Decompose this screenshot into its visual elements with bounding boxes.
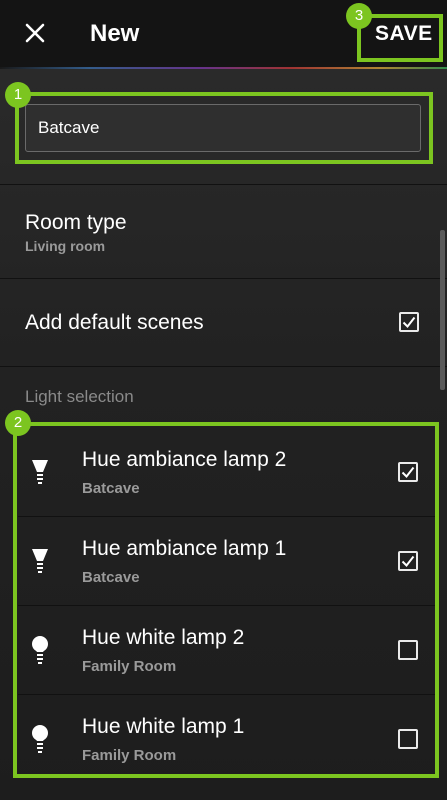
default-scenes-checkbox[interactable] <box>399 312 419 332</box>
close-icon[interactable] <box>24 22 46 44</box>
room-type-value: Living room <box>25 238 106 254</box>
divider <box>0 278 447 279</box>
checkmark-icon <box>402 316 416 329</box>
annotation-badge: 3 <box>346 3 372 29</box>
room-type-label: Room type <box>25 211 127 234</box>
highlight-name-field <box>15 92 433 164</box>
default-scenes-label: Add default scenes <box>25 311 204 334</box>
annotation-badge: 1 <box>5 82 31 108</box>
divider <box>0 184 447 185</box>
page-title: New <box>90 20 140 47</box>
scrollbar[interactable] <box>440 230 445 390</box>
divider <box>0 366 447 367</box>
annotation-badge: 2 <box>5 410 31 436</box>
highlight-light-selection <box>13 422 439 778</box>
light-selection-label: Light selection <box>25 387 134 406</box>
